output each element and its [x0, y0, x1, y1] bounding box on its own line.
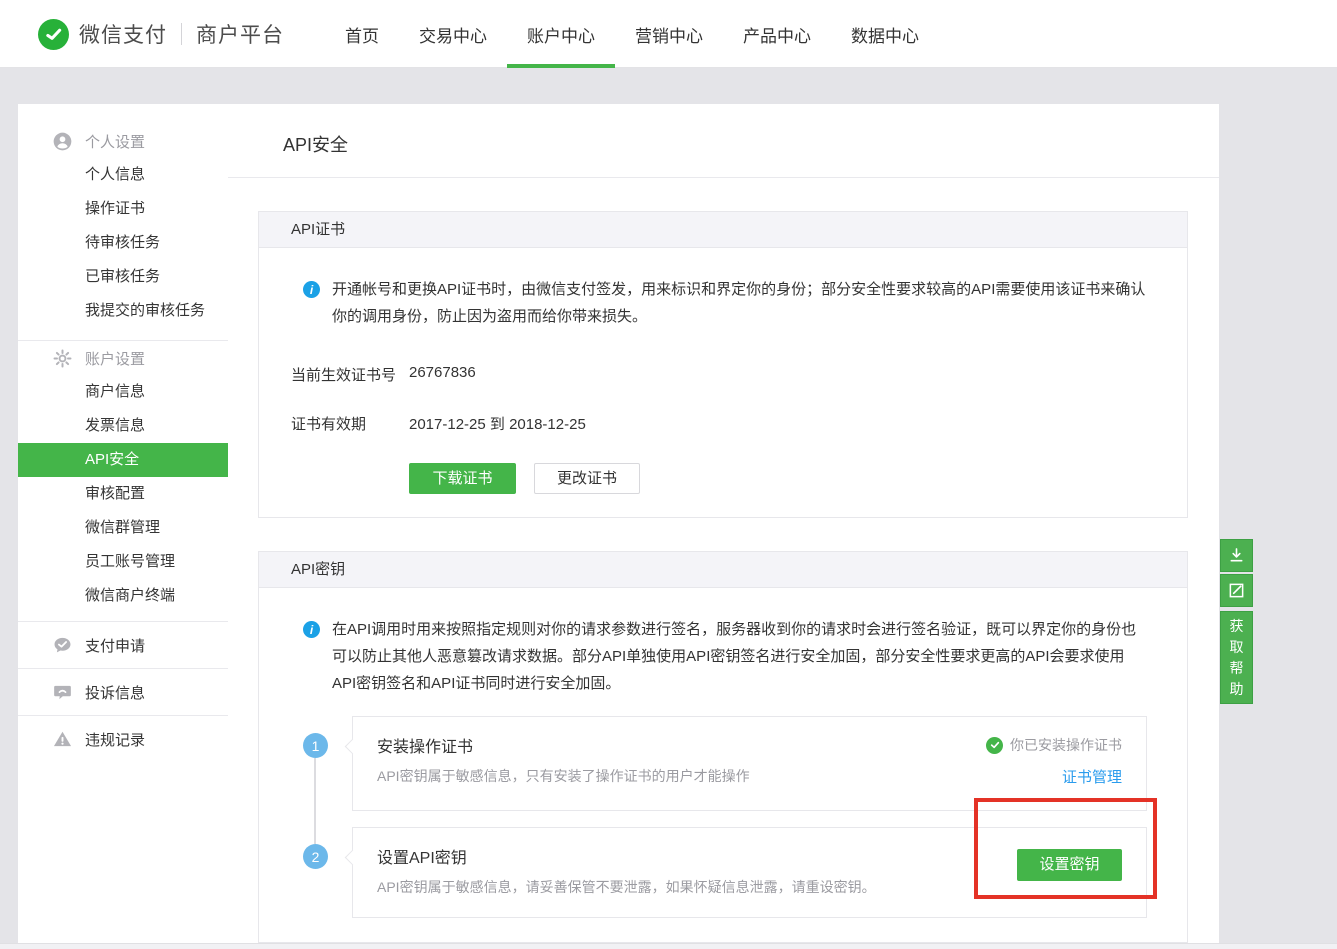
api-key-info-note: i 在API调用时用来按照指定规则对你的请求参数进行签名，服务器收到你的请求时会… [259, 616, 1187, 697]
step-2-box: 设置API密钥 API密钥属于敏感信息，请妥善保管不要泄露，如果怀疑信息泄露，请… [352, 827, 1147, 918]
horizontal-scrollbar-track[interactable] [0, 943, 1337, 949]
step-1-title: 安装操作证书 [377, 733, 986, 757]
sidebar-section-title: 账户设置 [85, 348, 145, 369]
sidebar-section-personal-settings: 个人设置 [18, 124, 228, 158]
nav-tab-product-center[interactable]: 产品中心 [743, 0, 811, 68]
get-help-label: 获取帮助 [1229, 616, 1245, 700]
warning-triangle-icon [52, 729, 72, 749]
nav-tab-home[interactable]: 首页 [345, 0, 379, 68]
user-icon [52, 131, 72, 151]
sidebar-item-staff-account-mgmt[interactable]: 员工账号管理 [18, 545, 228, 579]
edit-icon [1228, 582, 1245, 599]
step-1-description: API密钥属于敏感信息，只有安装了操作证书的用户才能操作 [377, 766, 986, 786]
sidebar-link-label: 投诉信息 [85, 682, 145, 703]
nav-tab-data-center[interactable]: 数据中心 [851, 0, 919, 68]
certificate-validity-row: 证书有效期 2017-12-25 到 2018-12-25 [259, 413, 1187, 434]
sidebar: 个人设置 个人信息 操作证书 待审核任务 已审核任务 我提交的审核任务 账户设置 [18, 104, 228, 943]
sidebar-link-label: 支付申请 [85, 635, 145, 656]
step-install-cert: 1 安装操作证书 API密钥属于敏感信息，只有安装了操作证书的用户才能操作 [303, 716, 1147, 811]
step-1-box: 安装操作证书 API密钥属于敏感信息，只有安装了操作证书的用户才能操作 你已安装… [352, 716, 1147, 811]
sidebar-item-personal-info[interactable]: 个人信息 [18, 158, 228, 192]
current-certificate-row: 当前生效证书号 26767836 [259, 364, 1187, 385]
api-key-info-text: 在API调用时用来按照指定规则对你的请求参数进行签名，服务器收到你的请求时会进行… [332, 616, 1147, 697]
feedback-float-button[interactable] [1220, 574, 1253, 607]
check-circle-icon [986, 737, 1003, 754]
sidebar-item-invoice-info[interactable]: 发票信息 [18, 409, 228, 443]
product-name: 商户平台 [196, 19, 284, 49]
screen: 微信支付 商户平台 首页 交易中心 账户中心 营销中心 产品中心 数据中心 个人… [0, 0, 1337, 949]
certificate-info-note: i 开通帐号和更换API证书时，由微信支付签发，用来标识和界定你的身份；部分安全… [259, 276, 1187, 330]
api-certificate-card: API证书 i 开通帐号和更换API证书时，由微信支付签发，用来标识和界定你的身… [258, 211, 1188, 518]
api-key-card-title: API密钥 [259, 552, 1187, 588]
step-connector-line [314, 758, 316, 844]
api-certificate-card-title: API证书 [259, 212, 1187, 248]
get-help-button[interactable]: 获取帮助 [1220, 611, 1253, 704]
info-icon: i [303, 621, 320, 638]
sidebar-item-pending-review-tasks[interactable]: 待审核任务 [18, 226, 228, 260]
change-certificate-button[interactable]: 更改证书 [534, 463, 640, 494]
api-key-steps: 1 安装操作证书 API密钥属于敏感信息，只有安装了操作证书的用户才能操作 [303, 716, 1147, 918]
certificate-number-value: 26767836 [409, 364, 476, 385]
step-1-status: 你已安装操作证书 [986, 735, 1122, 755]
chat-check-icon [52, 635, 72, 655]
sidebar-section-title: 个人设置 [85, 131, 145, 152]
info-icon: i [303, 281, 320, 298]
logo-home-link[interactable]: 微信支付 商户平台 [38, 0, 284, 68]
step-1-badge: 1 [303, 733, 328, 758]
sidebar-item-wechat-merchant-terminal[interactable]: 微信商户终端 [18, 579, 228, 613]
step-1-status-text: 你已安装操作证书 [1010, 735, 1122, 755]
chat-icon [52, 682, 72, 702]
sidebar-item-operation-cert[interactable]: 操作证书 [18, 192, 228, 226]
wechat-pay-logo-icon [38, 19, 69, 50]
download-icon [1228, 547, 1245, 564]
sidebar-item-api-security[interactable]: API安全 [18, 443, 228, 477]
page-title-bar: API安全 [228, 104, 1219, 178]
nav-tab-transaction-center[interactable]: 交易中心 [419, 0, 487, 68]
main-content: API安全 API证书 i 开通帐号和更换API证书时，由微信支付签发，用来标识… [228, 104, 1219, 943]
sidebar-item-my-submitted-review-tasks[interactable]: 我提交的审核任务 [18, 294, 228, 328]
sidebar-item-merchant-info[interactable]: 商户信息 [18, 375, 228, 409]
sidebar-link-violation-records[interactable]: 违规记录 [18, 715, 228, 762]
sidebar-item-wechat-group-mgmt[interactable]: 微信群管理 [18, 511, 228, 545]
sidebar-link-label: 违规记录 [85, 729, 145, 750]
gear-icon [52, 348, 72, 368]
brand-name: 微信支付 [79, 19, 167, 49]
sidebar-link-complaint-info[interactable]: 投诉信息 [18, 668, 228, 715]
step-2-badge: 2 [303, 844, 328, 869]
api-key-card: API密钥 i 在API调用时用来按照指定规则对你的请求参数进行签名，服务器收到… [258, 551, 1188, 943]
set-api-key-button[interactable]: 设置密钥 [1017, 849, 1122, 881]
logo-separator [181, 23, 182, 45]
certificate-validity-value: 2017-12-25 到 2018-12-25 [409, 413, 586, 434]
main-nav: 首页 交易中心 账户中心 营销中心 产品中心 数据中心 [345, 0, 919, 68]
certificate-buttons: 下载证书 更改证书 [259, 463, 1187, 494]
certificate-management-link[interactable]: 证书管理 [1062, 766, 1122, 787]
step-set-api-key: 2 设置API密钥 API密钥属于敏感信息，请妥善保管不要泄露，如果怀疑信息泄露… [303, 827, 1147, 918]
top-header: 微信支付 商户平台 首页 交易中心 账户中心 营销中心 产品中心 数据中心 [0, 0, 1337, 68]
certificate-validity-label: 证书有效期 [291, 413, 409, 434]
certificate-info-text: 开通帐号和更换API证书时，由微信支付签发，用来标识和界定你的身份；部分安全性要… [332, 276, 1147, 330]
step-2-title: 设置API密钥 [377, 844, 1017, 868]
nav-tab-marketing-center[interactable]: 营销中心 [635, 0, 703, 68]
step-2-description: API密钥属于敏感信息，请妥善保管不要泄露，如果怀疑信息泄露，请重设密钥。 [377, 877, 1017, 897]
certificate-number-label: 当前生效证书号 [291, 364, 409, 385]
sidebar-link-payment-application[interactable]: 支付申请 [18, 621, 228, 668]
sidebar-item-review-config[interactable]: 审核配置 [18, 477, 228, 511]
sidebar-item-reviewed-tasks[interactable]: 已审核任务 [18, 260, 228, 294]
nav-tab-account-center[interactable]: 账户中心 [527, 0, 595, 68]
sidebar-section-account-settings: 账户设置 [18, 341, 228, 375]
page-title: API安全 [283, 131, 1219, 157]
download-float-button[interactable] [1220, 539, 1253, 572]
download-certificate-button[interactable]: 下载证书 [409, 463, 516, 494]
